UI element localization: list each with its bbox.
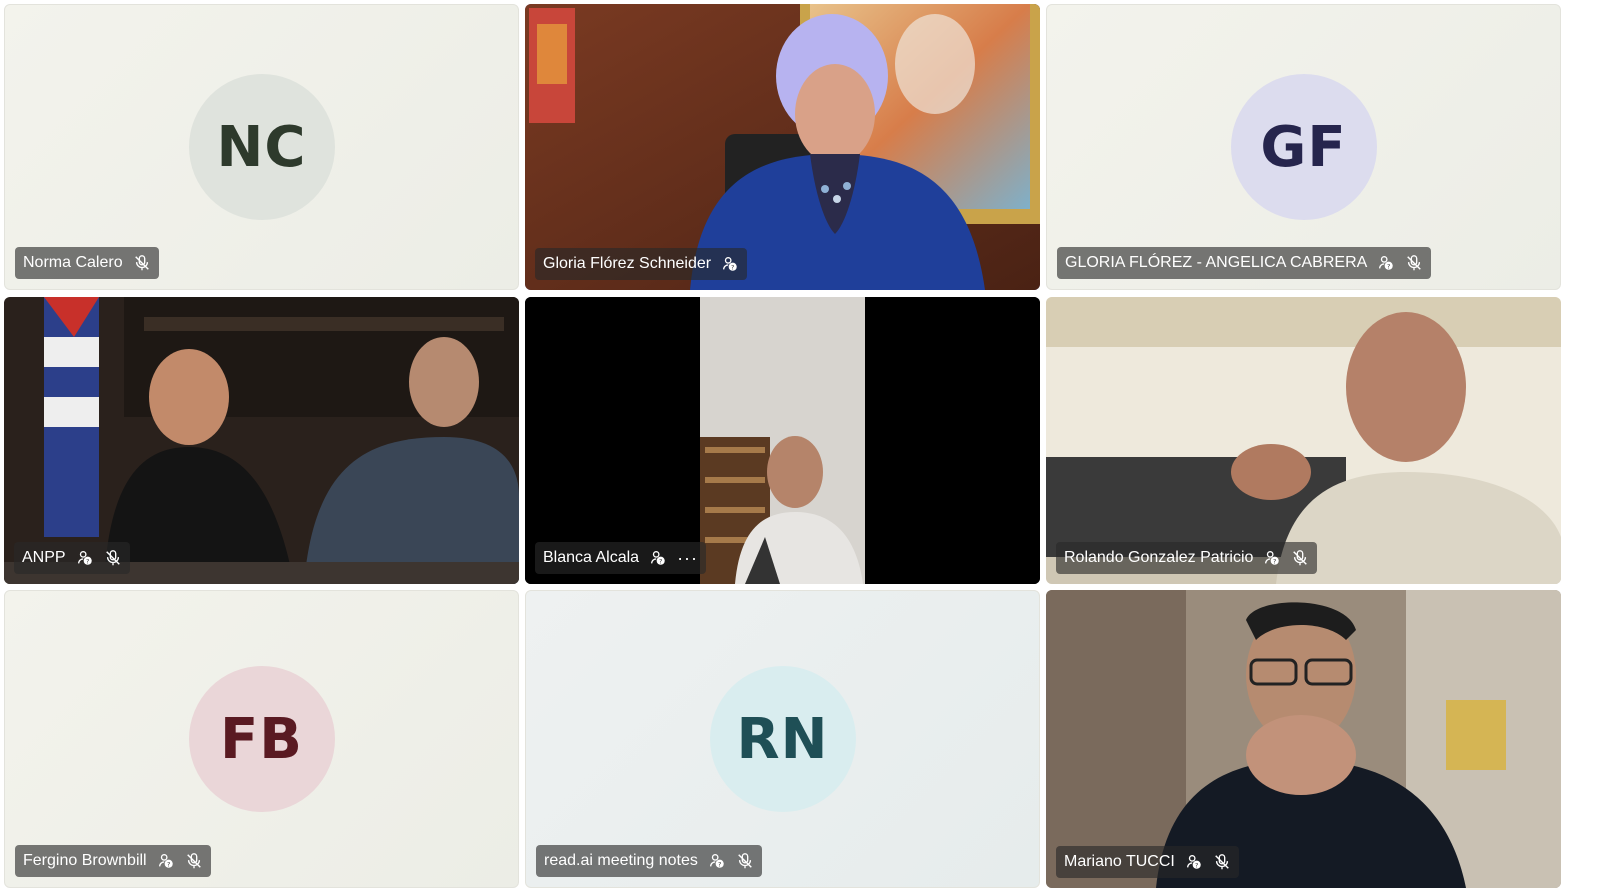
participant-tile-rolando-gonzalez-patricio[interactable]: Rolando Gonzalez Patricio ?	[1046, 297, 1561, 584]
people-badge-icon: ?	[1263, 549, 1281, 567]
avatar: NC	[188, 74, 335, 220]
participant-name: GLORIA FLÓREZ - ANGELICA CABRERA	[1065, 254, 1368, 271]
people-badge-icon: ?	[157, 852, 175, 870]
participant-tile-fergino-brownbill[interactable]: FB Fergino Brownbill ?	[4, 590, 519, 888]
participant-name: read.ai meeting notes	[544, 852, 698, 869]
participant-tile-mariano-tucci[interactable]: Mariano TUCCI ?	[1046, 590, 1561, 888]
people-badge-icon: ?	[649, 549, 667, 567]
people-badge-icon: ?	[1185, 853, 1203, 871]
video-grid: NC Norma Calero Gloria Flórez Schneider …	[0, 0, 1600, 892]
mic-off-icon	[104, 549, 122, 567]
mic-off-icon	[1405, 254, 1423, 272]
people-badge-icon: ?	[708, 852, 726, 870]
name-tag: Norma Calero	[15, 247, 159, 279]
participant-tile-read-ai-meeting-notes[interactable]: RN read.ai meeting notes ?	[525, 590, 1040, 888]
people-badge-icon: ?	[1377, 254, 1395, 272]
video-feed	[1046, 590, 1561, 888]
people-badge-icon: ?	[721, 255, 739, 273]
participant-name: Blanca Alcala	[543, 549, 640, 566]
svg-text:?: ?	[86, 558, 89, 565]
name-tag: ANPP ?	[14, 542, 130, 574]
svg-text:?: ?	[659, 558, 662, 565]
participant-name: Norma Calero	[23, 254, 123, 271]
participant-tile-anpp[interactable]: ANPP ?	[4, 297, 519, 584]
participant-tile-norma-calero[interactable]: NC Norma Calero	[4, 4, 519, 290]
name-tag: Blanca Alcala ? ···	[535, 542, 707, 574]
name-tag: Fergino Brownbill ?	[15, 845, 211, 877]
name-tag: Mariano TUCCI ?	[1056, 846, 1239, 878]
video-feed	[1046, 297, 1561, 584]
more-options-button[interactable]: ···	[677, 549, 698, 567]
participant-name: Mariano TUCCI	[1064, 853, 1175, 870]
svg-text:?: ?	[731, 264, 734, 271]
participant-name: ANPP	[22, 549, 66, 566]
mic-off-icon	[1291, 549, 1309, 567]
avatar: RN	[709, 666, 856, 812]
participant-name: Rolando Gonzalez Patricio	[1064, 549, 1254, 566]
mic-off-icon	[185, 852, 203, 870]
avatar: GF	[1230, 74, 1377, 220]
avatar: FB	[188, 666, 335, 812]
participant-name: Fergino Brownbill	[23, 852, 147, 869]
participant-name: Gloria Flórez Schneider	[543, 255, 712, 272]
participant-tile-gloria-florez-angelica-cabrera[interactable]: GF GLORIA FLÓREZ - ANGELICA CABRERA ?	[1046, 4, 1561, 290]
participant-tile-gloria-florez-schneider[interactable]: Gloria Flórez Schneider ?	[525, 4, 1040, 290]
svg-text:?: ?	[1273, 558, 1276, 565]
mic-off-icon	[1213, 853, 1231, 871]
video-feed	[4, 297, 519, 584]
video-feed	[525, 297, 1040, 584]
svg-text:?: ?	[718, 861, 721, 868]
mic-off-icon	[736, 852, 754, 870]
svg-text:?: ?	[167, 861, 170, 868]
svg-text:?: ?	[1195, 862, 1198, 869]
name-tag: read.ai meeting notes ?	[536, 845, 762, 877]
name-tag: Rolando Gonzalez Patricio ?	[1056, 542, 1318, 574]
svg-text:?: ?	[1387, 263, 1390, 270]
participant-tile-blanca-alcala[interactable]: Blanca Alcala ? ···	[525, 297, 1040, 584]
name-tag: GLORIA FLÓREZ - ANGELICA CABRERA ?	[1057, 247, 1432, 279]
name-tag: Gloria Flórez Schneider ?	[535, 248, 748, 280]
people-badge-icon: ?	[76, 549, 94, 567]
mic-off-icon	[133, 254, 151, 272]
